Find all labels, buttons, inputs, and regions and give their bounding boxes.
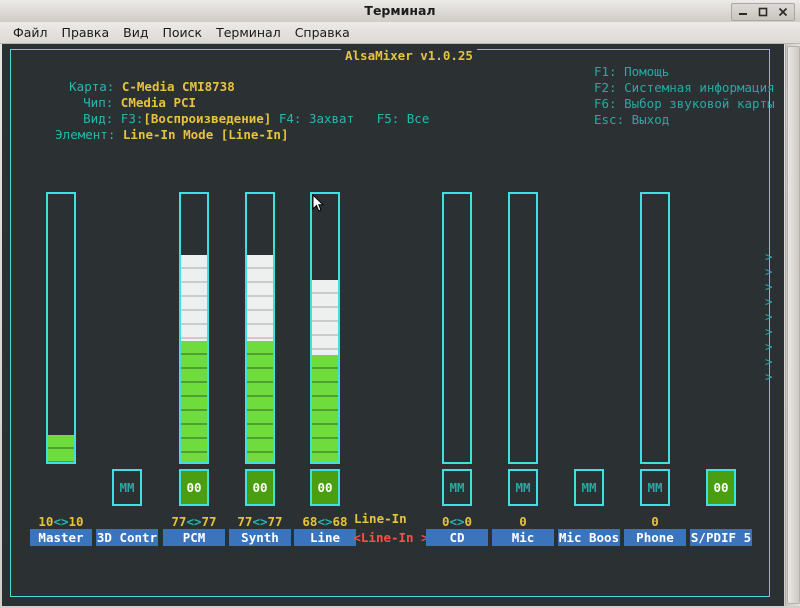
mute-indicator-synth[interactable]: 00 [245,469,275,506]
channel-label-phone[interactable]: Phone [624,529,686,546]
mute-indicator-label: MM [515,480,531,495]
volume-fill-white [247,255,273,341]
volume-track-line[interactable] [310,192,340,464]
channel-label-synth[interactable]: Synth [229,529,291,546]
view-other-modes[interactable]: F4: Захват F5: Все [271,111,430,126]
chevron-right-icon: > [765,264,773,279]
chevron-right-icon: > [765,339,773,354]
volume-value-line: 68<>68 [302,514,348,529]
volume-fill-green [247,341,273,462]
chevron-right-icon: > [765,294,773,309]
channel-label-master[interactable]: Master [30,529,92,546]
chevron-right-icon: > [765,249,773,264]
item-label: Элемент: [55,127,116,142]
menu-search[interactable]: Поиск [155,23,209,42]
mute-indicator-pcm[interactable]: 00 [179,469,209,506]
volume-fill-green [48,435,74,462]
mute-indicator-phone[interactable]: MM [640,469,670,506]
channel-label-line[interactable]: Line [294,529,356,546]
mute-indicator-3d-contr[interactable]: MM [112,469,142,506]
line-in-enum-value: Line-In [354,511,407,526]
volume-track-mic[interactable] [508,192,538,464]
more-channels-indicator: > > > > > > > > > [765,249,773,384]
channel-label-mic-boos[interactable]: Mic Boos [558,529,620,546]
channel-label-pcm[interactable]: PCM [163,529,225,546]
volume-track-synth[interactable] [245,192,275,464]
volume-value-synth: 77<>77 [237,514,283,529]
terminal-canvas[interactable]: AlsaMixer v1.0.25 Карта: C-Media CMI8738… [2,44,784,606]
terminal-scrollbar[interactable] [785,44,800,606]
scrollbar-thumb[interactable] [787,46,800,604]
mute-indicator-line[interactable]: 00 [310,469,340,506]
help-f6[interactable]: F6: Выбор звуковой карты [594,96,775,111]
item-row: Элемент: Line-In Mode [Line-In] [10,112,288,157]
chevron-right-icon: > [765,309,773,324]
channel-label-line-in[interactable]: <Line-In > [354,529,428,546]
menubar: Файл Правка Вид Поиск Терминал Справка [0,22,800,44]
volume-value-pcm: 77<>77 [171,514,217,529]
channel-label-s-pdif-5[interactable]: S/PDIF 5 [690,529,752,546]
window-controls [731,3,795,21]
help-f2[interactable]: F2: Системная информация [594,80,775,95]
terminal-window: Терминал Файл Правка Вид Поиск Терминал … [0,0,800,608]
mute-indicator-label: MM [647,480,663,495]
window-titlebar: Терминал [0,0,800,23]
mute-indicator-cd[interactable]: MM [442,469,472,506]
volume-fill-green [181,341,207,462]
mute-indicator-label: MM [119,480,135,495]
mute-indicator-label: 00 [316,480,334,495]
volume-fill-white [312,280,338,355]
menu-file[interactable]: Файл [6,23,55,42]
close-icon[interactable] [773,5,793,19]
mute-indicator-label: 00 [185,480,203,495]
volume-track-pcm[interactable] [179,192,209,464]
help-f1[interactable]: F1: Помощь [594,64,669,79]
channel-label-mic[interactable]: Mic [492,529,554,546]
menu-help[interactable]: Справка [288,23,357,42]
volume-fill-green [312,355,338,462]
chevron-right-icon: > [765,354,773,369]
volume-track-master[interactable] [46,192,76,464]
mute-indicator-mic-boos[interactable]: MM [574,469,604,506]
volume-value-mic: 0 [519,514,527,529]
alsamixer-title: AlsaMixer v1.0.25 [341,48,477,63]
mute-indicator-s-pdif-5[interactable]: 00 [706,469,736,506]
maximize-icon[interactable] [753,5,773,19]
mute-indicator-label: 00 [712,480,730,495]
mouse-cursor-icon [312,194,324,212]
chevron-right-icon: > [765,324,773,339]
mute-indicator-label: MM [449,480,465,495]
menu-view[interactable]: Вид [116,23,155,42]
menu-terminal[interactable]: Терминал [209,23,288,42]
mute-indicator-label: MM [581,480,597,495]
channel-label-3d-contr[interactable]: 3D Contr [96,529,158,546]
volume-fill-white [181,255,207,341]
minimize-icon[interactable] [733,5,753,19]
menu-edit[interactable]: Правка [55,23,117,42]
channel-label-cd[interactable]: CD [426,529,488,546]
volume-value-cd: 0<>0 [441,514,473,529]
chevron-right-icon: > [765,369,773,384]
mute-indicator-label: 00 [251,480,269,495]
volume-track-phone[interactable] [640,192,670,464]
volume-value-phone: 0 [651,514,659,529]
chevron-right-icon: > [765,279,773,294]
window-title: Терминал [364,3,436,18]
mute-indicator-mic[interactable]: MM [508,469,538,506]
item-value: Line-In Mode [Line-In] [122,127,289,142]
volume-track-cd[interactable] [442,192,472,464]
help-esc[interactable]: Esc: Выход [594,112,669,127]
volume-value-master: 10<>10 [38,514,84,529]
